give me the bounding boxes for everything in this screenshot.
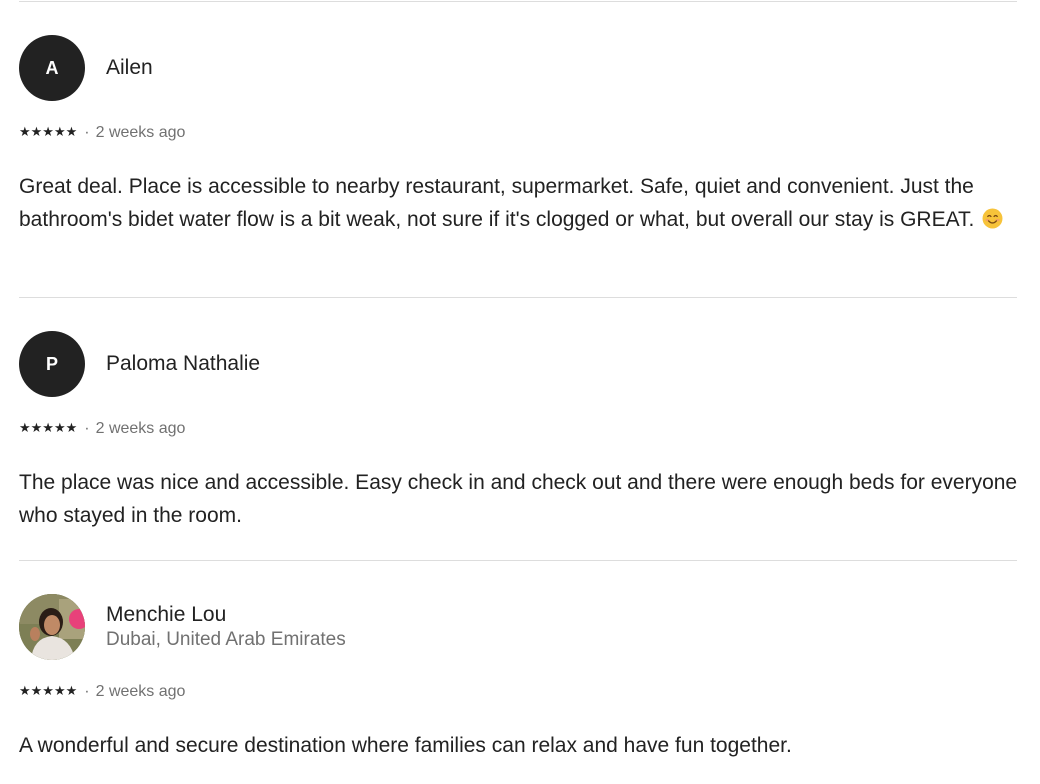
reviewer-name: Ailen <box>106 56 153 79</box>
reviewer-info: Menchie Lou Dubai, United Arab Emirates <box>106 602 346 652</box>
star-rating-icon: ★★★★★ <box>19 125 78 140</box>
review-divider <box>19 297 1017 298</box>
review-text: A wonderful and secure destination where… <box>19 734 792 757</box>
reviewer-location: Dubai, United Arab Emirates <box>106 629 346 650</box>
review-meta: ★★★★★ · 2 weeks ago <box>19 682 1019 702</box>
separator-dot: · <box>84 420 90 437</box>
smiling-face-emoji-icon <box>982 208 1003 228</box>
review-meta: ★★★★★ · 2 weeks ago <box>19 419 1019 439</box>
reviewer-info: Ailen <box>106 55 153 81</box>
avatar-initial: P <box>45 353 58 374</box>
reviewer-name: Paloma Nathalie <box>106 352 261 375</box>
star-rating-icon: ★★★★★ <box>19 684 78 699</box>
reviewer-info: Paloma Nathalie <box>106 351 260 377</box>
separator-dot: · <box>84 124 90 141</box>
avatar-photo[interactable] <box>19 594 85 660</box>
user-photo-icon <box>19 594 85 660</box>
review-header: A Ailen <box>19 35 1019 101</box>
review-text: The place was nice and accessible. Easy … <box>19 471 1018 527</box>
star-rating-icon: ★★★★★ <box>19 421 78 436</box>
review-meta: ★★★★★ · 2 weeks ago <box>19 123 1019 143</box>
review-item: Menchie Lou Dubai, United Arab Emirates … <box>19 594 1019 763</box>
reviewer-name: Menchie Lou <box>106 603 227 626</box>
review-text-content: Great deal. Place is accessible to nearb… <box>19 175 975 231</box>
review-header: Menchie Lou Dubai, United Arab Emirates <box>19 594 1019 660</box>
review-date: 2 weeks ago <box>95 683 186 700</box>
top-divider <box>19 1 1017 2</box>
review-header: P Paloma Nathalie <box>19 331 1019 397</box>
review-date: 2 weeks ago <box>95 420 186 437</box>
review-divider <box>19 560 1017 561</box>
review-text: Great deal. Place is accessible to nearb… <box>19 171 1019 236</box>
avatar[interactable]: A <box>19 35 85 101</box>
separator-dot: · <box>84 683 90 700</box>
avatar-initial: A <box>45 57 59 78</box>
review-item: A Ailen ★★★★★ · 2 weeks ago Great deal. … <box>19 35 1019 236</box>
review-date: 2 weeks ago <box>95 124 186 141</box>
avatar[interactable]: P <box>19 331 85 397</box>
review-item: P Paloma Nathalie ★★★★★ · 2 weeks ago Th… <box>19 331 1019 532</box>
